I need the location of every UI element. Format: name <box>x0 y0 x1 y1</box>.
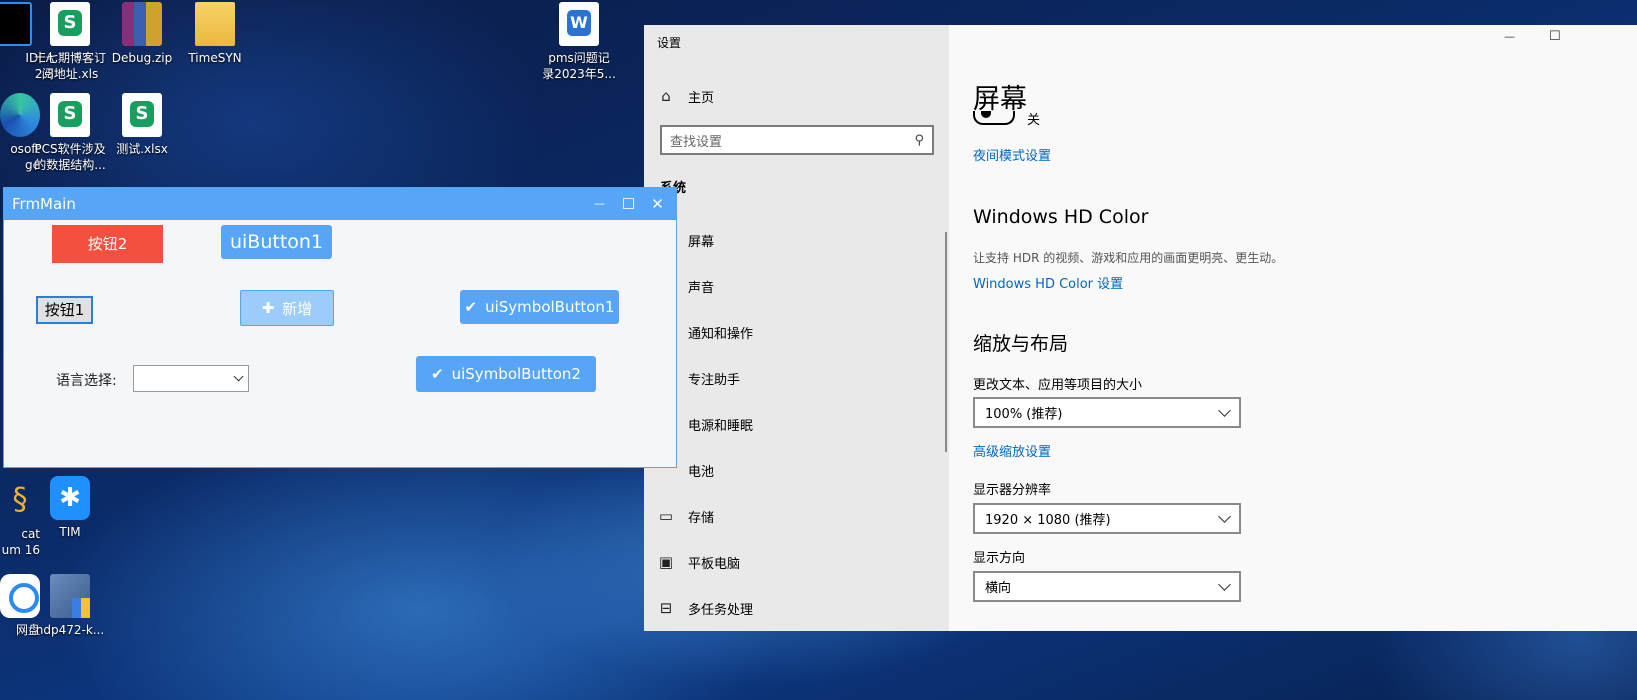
desktop-icon-caption: 测试.xlsx <box>116 142 168 156</box>
symbol-button-label: uiSymbolButton1 <box>485 298 615 316</box>
spreadsheet-icon: S <box>50 2 90 46</box>
frmmain-titlebar[interactable]: FrmMain — ☐ ✕ <box>4 188 676 220</box>
plus-icon: ✚ <box>261 299 275 317</box>
uisymbolbutton2[interactable]: ✔ uiSymbolButton2 <box>416 356 596 392</box>
desktop-icon-ndp472[interactable]: ndp472-k... <box>28 574 112 638</box>
desktop-icon-caption: Debug.zip <box>111 51 173 65</box>
nav-item-label: 电源和睡眠 <box>688 418 754 434</box>
nav-item-notifications[interactable]: 通知和操作 <box>644 316 949 348</box>
frmmain-title: FrmMain <box>12 195 76 213</box>
archive-icon <box>122 2 162 46</box>
dropdown-value: 1920 × 1080 (推荐) <box>985 513 1111 528</box>
nav-item-label: 多任务处理 <box>688 602 754 618</box>
settings-nav-pane: 设置 ⌂ 主页 查找设置 ⚲ 系统 屏幕 声音 通知和操作 专注助手 <box>644 25 949 631</box>
uisymbolbutton1[interactable]: ✔ uiSymbolButton1 <box>460 290 619 324</box>
spreadsheet-icon: S <box>50 93 90 137</box>
hd-color-settings-link[interactable]: Windows HD Color 设置 <box>973 273 1123 292</box>
nav-item-display[interactable]: 屏幕 <box>644 224 949 256</box>
maximize-button[interactable]: ☐ <box>1549 29 1561 44</box>
settings-window-title: 设置 <box>657 36 682 50</box>
hd-color-description: 让支持 HDR 的视频、游戏和应用的画面更明亮、更生动。 <box>973 251 1284 265</box>
nav-item-battery[interactable]: 电池 <box>644 454 949 486</box>
chevron-down-icon <box>1218 509 1231 523</box>
storage-icon: ▭ <box>658 507 674 525</box>
nav-item-home[interactable]: ⌂ 主页 <box>644 80 949 112</box>
check-icon: ✔ <box>431 365 444 383</box>
toggle-knob <box>981 111 991 118</box>
minimize-button[interactable]: — <box>1504 30 1515 43</box>
word-document-icon: W <box>559 2 599 46</box>
nav-item-label: 主页 <box>688 90 715 106</box>
symbol-button-label: uiSymbolButton2 <box>451 365 581 383</box>
minimize-button[interactable]: — <box>585 188 614 220</box>
desktop-icon-tim[interactable]: ✱ TIM <box>28 476 112 540</box>
night-light-toggle[interactable] <box>973 111 1015 125</box>
frmmain-window: FrmMain — ☐ ✕ 按钮2 uiButton1 按钮1 ✚ 新增 ✔ u… <box>3 187 677 468</box>
folder-icon <box>195 2 235 46</box>
desktop-icon-timesyn[interactable]: TimeSYN <box>173 2 257 66</box>
language-label: 语言选择: <box>56 373 117 389</box>
orientation-label: 显示方向 <box>973 551 1026 566</box>
resolution-label: 显示器分辨率 <box>973 483 1052 498</box>
desktop-icon-caption: pms问题记 录2023年5... <box>542 51 616 81</box>
search-placeholder: 查找设置 <box>670 134 723 150</box>
nav-scrollbar[interactable] <box>945 232 947 452</box>
language-select[interactable] <box>133 365 249 392</box>
resolution-dropdown[interactable]: 1920 × 1080 (推荐) <box>973 503 1241 534</box>
text-size-label: 更改文本、应用等项目的大小 <box>973 378 1143 393</box>
text-size-dropdown[interactable]: 100% (推荐) <box>973 397 1241 428</box>
scale-layout-heading: 缩放与布局 <box>973 333 1069 355</box>
tablet-icon: ▣ <box>658 553 674 571</box>
check-icon: ✔ <box>464 298 478 316</box>
installer-icon <box>50 574 90 618</box>
search-icon: ⚲ <box>914 132 924 148</box>
desktop-icon-test-xlsx[interactable]: S 测试.xlsx <box>100 93 184 157</box>
add-button[interactable]: ✚ 新增 <box>240 290 334 326</box>
button1[interactable]: 按钮1 <box>36 296 93 324</box>
settings-main-pane: — ☐ 屏幕 关 夜间模式设置 Windows HD Color 让支持 HDR… <box>949 25 1637 631</box>
nav-item-label: 专注助手 <box>688 372 741 388</box>
nav-item-label: 存储 <box>688 510 715 526</box>
tim-app-icon: ✱ <box>50 476 90 520</box>
desktop-icon-debug-zip[interactable]: Debug.zip <box>100 2 184 66</box>
chevron-down-icon <box>233 371 244 382</box>
advanced-scaling-link[interactable]: 高级缩放设置 <box>973 441 1051 460</box>
desktop-icon-caption: TimeSYN <box>188 51 242 65</box>
night-mode-link[interactable]: 夜间模式设置 <box>973 145 1051 164</box>
toggle-state-label: 关 <box>1027 113 1041 128</box>
chevron-down-icon <box>1218 403 1231 417</box>
nav-item-label: 平板电脑 <box>688 556 741 572</box>
nav-item-label: 声音 <box>688 280 715 296</box>
nav-item-multitasking[interactable]: ⊟ 多任务处理 <box>644 592 949 624</box>
chevron-down-icon <box>1218 577 1231 591</box>
nav-item-focus-assist[interactable]: 专注助手 <box>644 362 949 394</box>
nav-item-label: 通知和操作 <box>688 326 754 342</box>
dropdown-value: 100% (推荐) <box>985 407 1063 422</box>
close-button[interactable]: ✕ <box>643 188 672 220</box>
orientation-dropdown[interactable]: 横向 <box>973 571 1241 602</box>
nav-item-power-sleep[interactable]: 电源和睡眠 <box>644 408 949 440</box>
multitasking-icon: ⊟ <box>659 599 673 617</box>
nav-item-label: 屏幕 <box>688 234 715 250</box>
desktop-icon-caption: ndp472-k... <box>35 623 105 637</box>
dropdown-value: 横向 <box>985 581 1012 596</box>
hd-color-heading: Windows HD Color <box>973 206 1149 228</box>
home-icon: ⌂ <box>661 87 671 105</box>
uibutton1[interactable]: uiButton1 <box>221 225 332 259</box>
maximize-button[interactable]: ☐ <box>614 188 643 220</box>
button2[interactable]: 按钮2 <box>52 225 163 263</box>
desktop-icon-caption: TIM <box>59 525 81 539</box>
settings-search-input[interactable]: 查找设置 ⚲ <box>660 125 934 155</box>
nav-item-sound[interactable]: 声音 <box>644 270 949 302</box>
nav-item-label: 电池 <box>688 464 715 480</box>
desktop-icon-pms-doc[interactable]: W pms问题记 录2023年5... <box>537 2 621 82</box>
nav-item-storage[interactable]: ▭ 存储 <box>644 500 949 532</box>
settings-window: 设置 ⌂ 主页 查找设置 ⚲ 系统 屏幕 声音 通知和操作 专注助手 <box>644 25 1637 631</box>
add-button-label: 新增 <box>282 299 313 318</box>
nav-item-tablet[interactable]: ▣ 平板电脑 <box>644 546 949 578</box>
spreadsheet-icon: S <box>122 93 162 137</box>
